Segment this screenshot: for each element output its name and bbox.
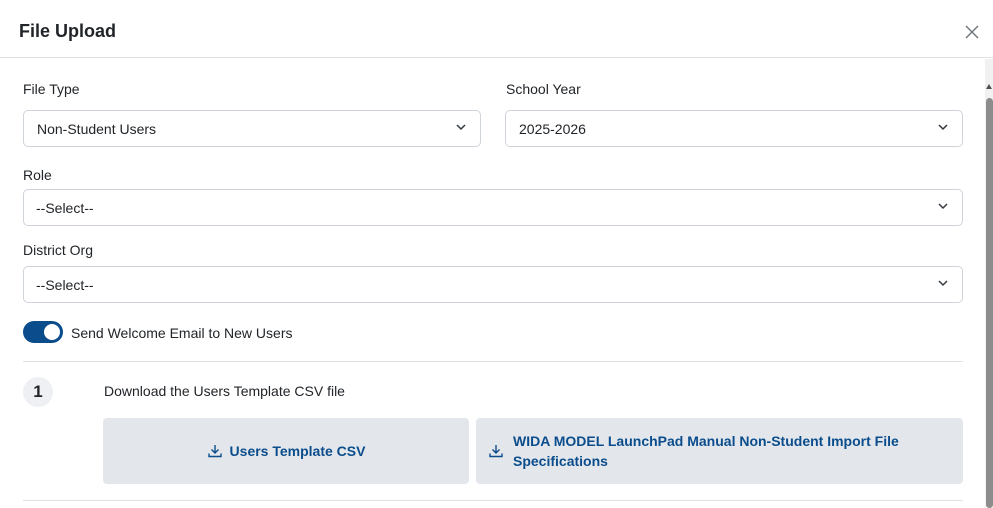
district-org-select[interactable]: --Select-- <box>23 266 963 303</box>
toggle-knob <box>44 324 60 340</box>
chevron-down-icon <box>456 124 466 131</box>
file-type-select[interactable]: Non-Student Users <box>23 110 481 147</box>
role-value: --Select-- <box>36 200 94 216</box>
import-file-specifications-label: WIDA MODEL LaunchPad Manual Non-Student … <box>513 433 899 469</box>
divider <box>23 500 963 501</box>
school-year-label: School Year <box>506 81 581 97</box>
file-type-value: Non-Student Users <box>37 121 157 137</box>
chevron-down-icon <box>938 280 948 287</box>
district-org-label: District Org <box>23 242 93 258</box>
users-template-csv-button[interactable]: Users Template CSV <box>103 418 469 484</box>
role-select[interactable]: --Select-- <box>23 189 963 226</box>
modal-header: File Upload <box>0 8 993 58</box>
district-org-value: --Select-- <box>36 277 94 293</box>
school-year-value: 2025-2026 <box>519 121 586 137</box>
role-label: Role <box>23 167 52 183</box>
file-type-label: File Type <box>23 81 80 97</box>
close-icon <box>965 25 979 39</box>
welcome-email-label: Send Welcome Email to New Users <box>71 325 293 341</box>
scroll-up-arrow-icon[interactable] <box>985 80 993 92</box>
import-file-specifications-button[interactable]: WIDA MODEL LaunchPad Manual Non-Student … <box>476 418 963 484</box>
step-number: 1 <box>23 377 53 407</box>
download-icon <box>489 445 503 458</box>
divider <box>23 361 963 362</box>
step-text: Download the Users Template CSV file <box>104 383 345 399</box>
download-icon <box>207 445 222 458</box>
chevron-down-icon <box>938 203 948 210</box>
school-year-select[interactable]: 2025-2026 <box>505 110 963 147</box>
welcome-email-toggle[interactable] <box>23 321 63 343</box>
scrollbar-thumb[interactable] <box>986 98 993 508</box>
chevron-down-icon <box>938 124 948 131</box>
file-upload-modal: File Upload File Type Non-Student Users … <box>0 0 993 508</box>
close-button[interactable] <box>961 21 983 43</box>
modal-title: File Upload <box>19 21 117 41</box>
users-template-csv-label: Users Template CSV <box>229 443 366 459</box>
